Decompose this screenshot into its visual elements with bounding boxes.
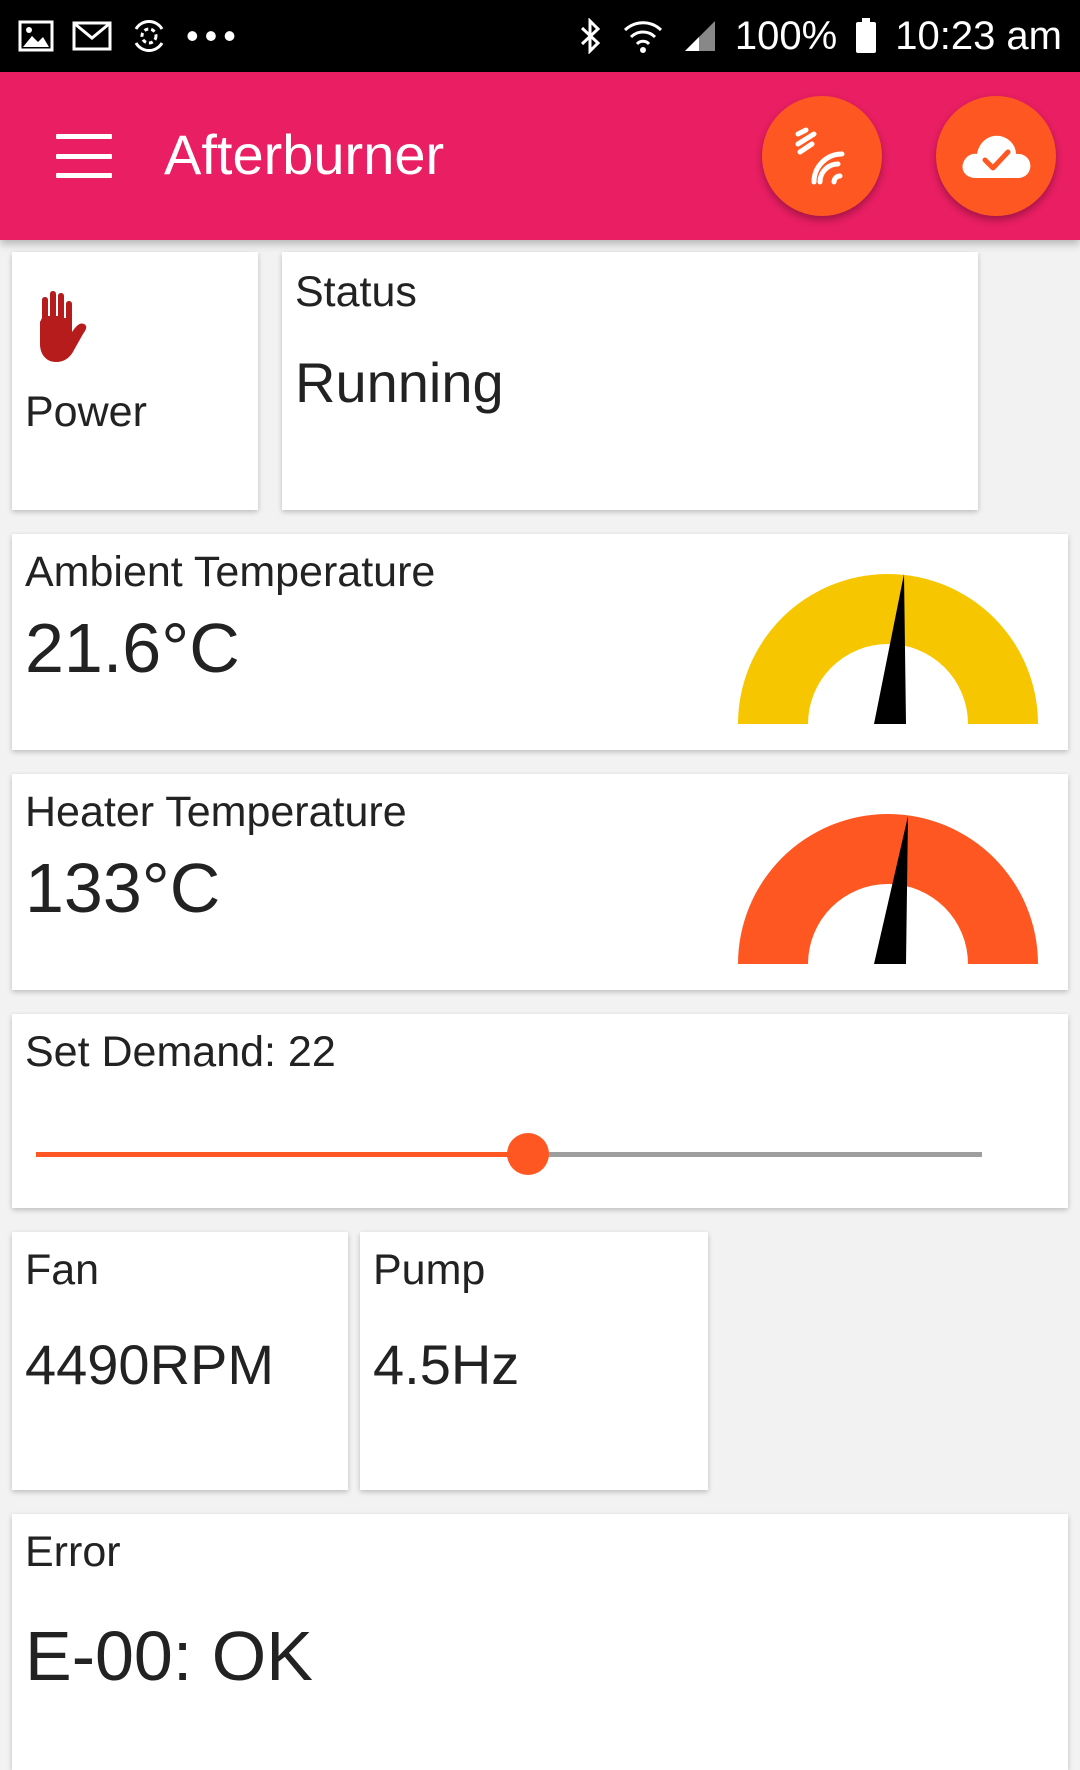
pump-card: Pump 4.5Hz — [360, 1232, 708, 1490]
bluetooth-icon — [579, 18, 603, 54]
gmail-icon — [72, 20, 112, 52]
sync-icon — [130, 19, 168, 53]
ambient-temperature-card: Ambient Temperature 21.6°C — [12, 534, 1068, 750]
bluetooth-connection-icon — [795, 127, 845, 185]
ambient-temperature-value: 21.6°C — [25, 609, 240, 687]
app-title: Afterburner — [164, 123, 445, 186]
cloud-status-button[interactable] — [936, 96, 1056, 216]
heater-temperature-label: Heater Temperature — [25, 788, 407, 836]
pump-label: Pump — [373, 1246, 486, 1294]
wifi-icon — [621, 18, 665, 54]
fan-label: Fan — [25, 1246, 100, 1294]
demand-slider[interactable] — [36, 1133, 982, 1175]
bluetooth-connection-button[interactable] — [762, 96, 882, 216]
battery-percent: 100% — [734, 13, 838, 58]
battery-icon — [855, 18, 877, 54]
status-label: Status — [295, 268, 417, 316]
heater-temperature-value: 133°C — [25, 849, 221, 927]
fan-value: 4490RPM — [25, 1333, 275, 1396]
more-dots-icon: ••• — [186, 15, 242, 56]
heater-temperature-card: Heater Temperature 133°C — [12, 774, 1068, 990]
fan-card: Fan 4490RPM — [12, 1232, 348, 1490]
error-card: Error E-00: OK — [12, 1514, 1068, 1770]
heater-temperature-gauge — [738, 814, 1038, 964]
ambient-temperature-label: Ambient Temperature — [25, 548, 436, 596]
menu-icon[interactable] — [56, 134, 112, 178]
power-card[interactable]: Power — [12, 252, 258, 510]
status-value: Running — [295, 351, 504, 414]
demand-slider-fill — [36, 1152, 528, 1157]
pump-value: 4.5Hz — [373, 1333, 520, 1396]
clock: 10:23 am — [895, 13, 1062, 58]
image-icon — [18, 20, 54, 52]
error-label: Error — [25, 1528, 121, 1576]
cloud-check-icon — [962, 135, 1031, 178]
set-demand-label: Set Demand: 22 — [25, 1028, 336, 1076]
status-card: Status Running — [282, 252, 978, 510]
stop-hand-icon — [40, 291, 87, 362]
signal-icon — [683, 19, 717, 53]
error-value: E-00: OK — [25, 1617, 313, 1695]
app-bar: Afterburner — [0, 72, 1080, 240]
set-demand-card: Set Demand: 22 — [12, 1014, 1068, 1208]
status-bar: ••• 100% 10:23 am — [0, 0, 1080, 72]
ambient-temperature-gauge — [738, 574, 1038, 724]
power-label: Power — [25, 388, 147, 436]
demand-slider-thumb[interactable] — [506, 1133, 549, 1175]
